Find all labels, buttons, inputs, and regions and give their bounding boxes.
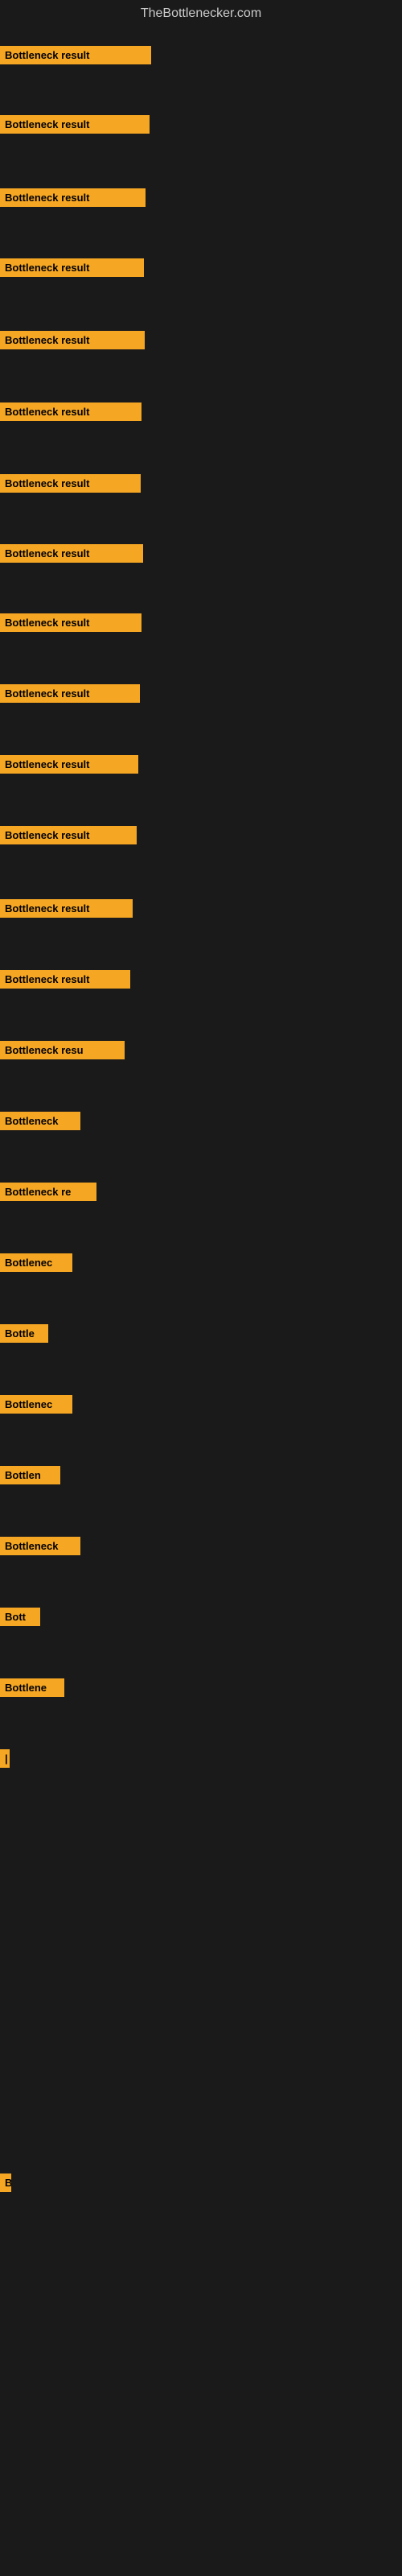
bottleneck-result-item[interactable]: Bottleneck result	[0, 188, 146, 207]
bottleneck-result-item[interactable]: Bottleneck resu	[0, 1041, 125, 1059]
bottleneck-result-item[interactable]: Bottleneck result	[0, 684, 140, 703]
bottleneck-result-item[interactable]: Bottleneck	[0, 1537, 80, 1555]
bottleneck-result-item[interactable]: Bottleneck result	[0, 970, 130, 989]
bottleneck-result-item[interactable]: Bottleneck	[0, 1112, 80, 1130]
bottleneck-result-item[interactable]: Bottle	[0, 1324, 48, 1343]
bottleneck-result-item[interactable]: Bottleneck result	[0, 474, 141, 493]
bottleneck-result-item[interactable]: Bottleneck result	[0, 402, 142, 421]
bottleneck-result-item[interactable]: Bottleneck result	[0, 46, 151, 64]
bottleneck-result-item[interactable]: Bottlenec	[0, 1253, 72, 1272]
bottleneck-result-item[interactable]: Bottleneck re	[0, 1183, 96, 1201]
bottleneck-result-item[interactable]: Bottlen	[0, 1466, 60, 1484]
bottleneck-result-item[interactable]: Bottleneck result	[0, 826, 137, 844]
bottleneck-result-item[interactable]: Bottleneck result	[0, 544, 143, 563]
bottleneck-result-item[interactable]: |	[0, 1749, 10, 1768]
bottleneck-result-item[interactable]: Bottleneck result	[0, 899, 133, 918]
site-title: TheBottlenecker.com	[0, 0, 402, 27]
bottleneck-result-item[interactable]: Bottleneck result	[0, 755, 138, 774]
bottleneck-result-item[interactable]: B	[0, 2174, 11, 2192]
bottleneck-result-item[interactable]: Bottleneck result	[0, 613, 142, 632]
bottleneck-result-item[interactable]: Bottlenec	[0, 1395, 72, 1414]
bottleneck-result-item[interactable]: Bottleneck result	[0, 258, 144, 277]
bottleneck-result-item[interactable]: Bott	[0, 1608, 40, 1626]
bottleneck-result-item[interactable]: Bottlene	[0, 1678, 64, 1697]
bottleneck-result-item[interactable]: Bottleneck result	[0, 331, 145, 349]
bottleneck-result-item[interactable]: Bottleneck result	[0, 115, 150, 134]
